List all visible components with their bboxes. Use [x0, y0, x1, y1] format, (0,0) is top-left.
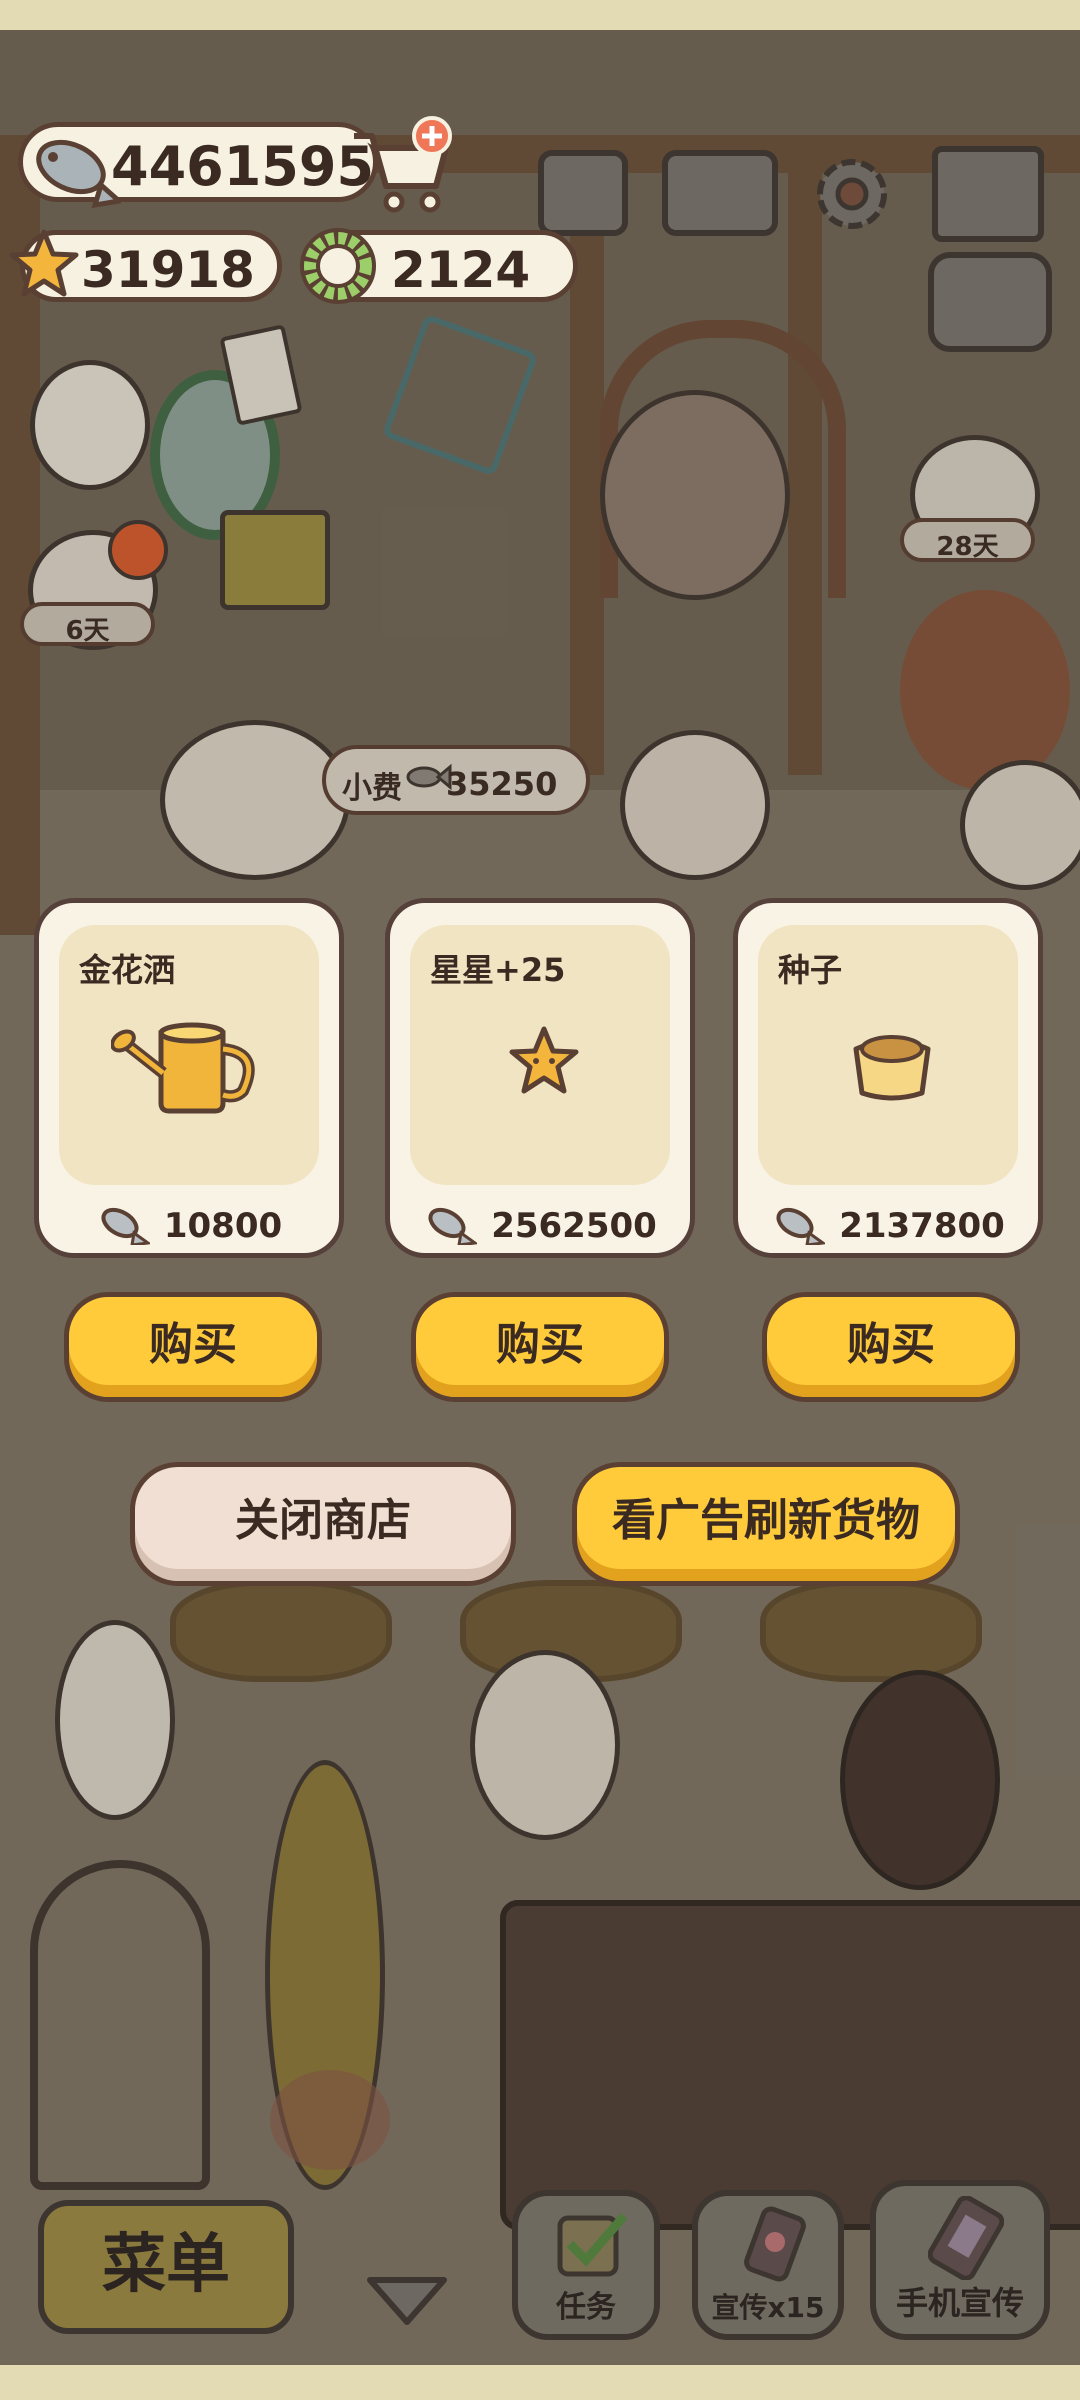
star-count: 31918: [81, 241, 255, 299]
fish-counter: 4461595: [18, 122, 378, 209]
phone-icon: [927, 2195, 1005, 2284]
buy-button[interactable]: 购买: [411, 1292, 669, 1402]
ring-count: 2124: [391, 241, 531, 299]
checkbox-icon: [554, 2208, 630, 2284]
star-icon: [6, 226, 82, 302]
phone-promo-button[interactable]: 手机宣传: [870, 2180, 1050, 2340]
chevron-down-icon[interactable]: [362, 2270, 452, 2334]
game-screen: 6天 28天 小费 35250 4461595 31918 2124 金花洒 1…: [0, 30, 1080, 2365]
item-price-value: 10800: [163, 1206, 283, 1246]
shop-item-card[interactable]: 金花洒 10800: [34, 898, 344, 1258]
promo-button[interactable]: 宣传x15: [692, 2190, 844, 2340]
promo-label: 宣传x15: [711, 2291, 825, 2324]
item-name: 金花洒: [79, 951, 176, 989]
tasks-label: 任务: [556, 2290, 616, 2325]
item-name: 种子: [778, 951, 843, 989]
phone-icon: [742, 2206, 808, 2286]
sort-toggle-button[interactable]: [928, 252, 1052, 352]
fish-icon: [25, 123, 125, 213]
phone-promo-label: 手机宣传: [895, 2284, 1024, 2322]
ring-icon: [300, 228, 376, 304]
settings-gear-button[interactable]: [806, 148, 898, 240]
book-button[interactable]: [662, 150, 778, 236]
fish-icon: [771, 1201, 828, 1254]
buy-button[interactable]: 购买: [64, 1292, 322, 1402]
shop-item-card[interactable]: 星星+25 2562500: [385, 898, 695, 1258]
menu-button[interactable]: 菜单: [38, 2200, 294, 2334]
seed-bag-icon: [842, 1023, 942, 1107]
item-price: 2562500: [390, 1201, 690, 1254]
watering-can-icon: [110, 1003, 271, 1127]
shop-item-card[interactable]: 种子 2137800: [733, 898, 1043, 1258]
menu-label: 菜单: [102, 2228, 230, 2302]
close-shop-button[interactable]: 关闭商店: [130, 1462, 516, 1586]
fish-icon: [423, 1201, 480, 1254]
item-name: 星星+25: [430, 951, 566, 989]
buy-button[interactable]: 购买: [762, 1292, 1020, 1402]
item-price-value: 2562500: [491, 1206, 657, 1246]
shop-cart-button[interactable]: [346, 116, 456, 216]
item-price-value: 2137800: [839, 1206, 1005, 1246]
item-price: 2137800: [738, 1201, 1038, 1254]
fish-count: 4461595: [111, 135, 375, 198]
refresh-goods-button[interactable]: 看广告刷新货物: [572, 1462, 960, 1586]
map-button[interactable]: [932, 146, 1044, 242]
fish-icon: [96, 1201, 152, 1254]
item-price: 10800: [39, 1201, 339, 1254]
newspaper-button[interactable]: [538, 150, 628, 236]
star-icon: [506, 1023, 582, 1103]
tasks-button[interactable]: 任务: [512, 2190, 660, 2340]
